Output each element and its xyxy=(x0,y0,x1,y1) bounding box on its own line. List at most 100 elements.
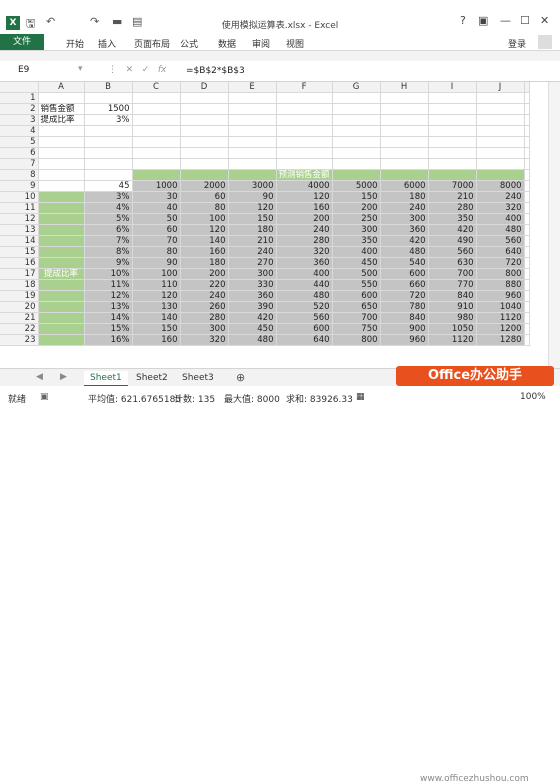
cell-value[interactable]: 1500 xyxy=(84,103,133,115)
cell[interactable] xyxy=(84,169,133,181)
cell[interactable] xyxy=(524,279,530,291)
result-cell[interactable]: 120 xyxy=(180,224,229,236)
maximize-button[interactable]: ☐ xyxy=(520,14,530,27)
cell[interactable] xyxy=(38,312,85,324)
result-cell[interactable]: 480 xyxy=(476,224,525,236)
result-cell[interactable]: 840 xyxy=(380,312,429,324)
cell[interactable] xyxy=(524,246,530,258)
result-cell[interactable]: 360 xyxy=(380,224,429,236)
rate-cell[interactable]: 3% xyxy=(84,191,133,203)
result-cell[interactable]: 1280 xyxy=(476,334,525,346)
result-cell[interactable]: 120 xyxy=(132,290,181,302)
row-header[interactable]: 18 xyxy=(0,279,39,291)
result-cell[interactable]: 250 xyxy=(332,213,381,225)
cell[interactable] xyxy=(228,125,277,137)
result-cell[interactable]: 320 xyxy=(476,202,525,214)
cell[interactable] xyxy=(332,125,381,137)
rate-cell[interactable]: 12% xyxy=(84,290,133,302)
result-cell[interactable]: 240 xyxy=(476,191,525,203)
cell[interactable] xyxy=(38,191,85,203)
formula-bar-icons[interactable]: ⋮ ✕ ✓ fx xyxy=(108,65,166,75)
row-header[interactable]: 21 xyxy=(0,312,39,324)
cell[interactable] xyxy=(476,114,525,126)
cell[interactable] xyxy=(276,114,333,126)
cell[interactable] xyxy=(38,279,85,291)
cell-table[interactable]: A B C D E F G H I J 1 2 销售金额 1500 3 提成比率 3% 4 5 6 7 8 预测销售金额 9 4… xyxy=(0,82,530,346)
cell[interactable] xyxy=(180,114,229,126)
result-cell[interactable]: 1040 xyxy=(476,301,525,313)
cell-label[interactable]: 提成比率 xyxy=(38,114,85,126)
header-value-cell[interactable]: 3000 xyxy=(228,180,277,192)
result-cell[interactable]: 700 xyxy=(332,312,381,324)
rate-cell[interactable]: 4% xyxy=(84,202,133,214)
sign-in-link[interactable]: 登录 xyxy=(508,37,526,50)
cell[interactable] xyxy=(84,125,133,137)
cell[interactable] xyxy=(332,169,381,181)
header-value-cell[interactable]: 4000 xyxy=(276,180,333,192)
cell[interactable] xyxy=(380,92,429,104)
cell[interactable] xyxy=(228,92,277,104)
cell[interactable] xyxy=(38,246,85,258)
result-cell[interactable]: 390 xyxy=(228,301,277,313)
cell[interactable] xyxy=(428,92,477,104)
cell[interactable] xyxy=(332,92,381,104)
result-cell[interactable]: 120 xyxy=(228,202,277,214)
column-header-h[interactable]: H xyxy=(380,82,429,93)
cell[interactable] xyxy=(380,136,429,148)
result-cell[interactable]: 900 xyxy=(380,323,429,335)
cell[interactable] xyxy=(228,158,277,170)
tab-sheet3[interactable]: Sheet3 xyxy=(176,371,220,385)
result-cell[interactable]: 720 xyxy=(476,257,525,269)
result-cell[interactable]: 480 xyxy=(276,290,333,302)
row-header[interactable]: 4 xyxy=(0,125,39,137)
result-cell[interactable]: 490 xyxy=(428,235,477,247)
rate-cell[interactable]: 8% xyxy=(84,246,133,258)
worksheet-grid[interactable]: A B C D E F G H I J 1 2 销售金额 1500 3 提成比率 3% 4 5 6 7 8 预测销售金额 9 4… xyxy=(0,82,548,368)
result-cell[interactable]: 210 xyxy=(228,235,277,247)
result-cell[interactable]: 420 xyxy=(228,312,277,324)
header-value-cell[interactable]: 6000 xyxy=(380,180,429,192)
result-cell[interactable]: 640 xyxy=(476,246,525,258)
result-cell[interactable]: 40 xyxy=(132,202,181,214)
cell-label[interactable]: 销售金额 xyxy=(38,103,85,115)
cell[interactable] xyxy=(476,136,525,148)
cell[interactable] xyxy=(524,180,530,192)
result-cell[interactable]: 960 xyxy=(476,290,525,302)
result-cell[interactable]: 80 xyxy=(180,202,229,214)
row-header[interactable]: 5 xyxy=(0,136,39,148)
column-header-j[interactable]: J xyxy=(476,82,525,93)
result-cell[interactable]: 150 xyxy=(332,191,381,203)
row-header[interactable]: 8 xyxy=(0,169,39,181)
group-title[interactable]: 预测销售金额 xyxy=(276,169,333,181)
cell[interactable] xyxy=(524,158,530,170)
result-cell[interactable]: 630 xyxy=(428,257,477,269)
cell[interactable] xyxy=(524,334,530,346)
cell[interactable] xyxy=(180,125,229,137)
result-cell[interactable]: 770 xyxy=(428,279,477,291)
cell[interactable] xyxy=(132,136,181,148)
result-cell[interactable]: 880 xyxy=(476,279,525,291)
row-header[interactable]: 7 xyxy=(0,158,39,170)
result-cell[interactable]: 560 xyxy=(476,235,525,247)
result-cell[interactable]: 800 xyxy=(476,268,525,280)
result-cell[interactable]: 50 xyxy=(132,213,181,225)
cell[interactable] xyxy=(524,202,530,214)
cell[interactable] xyxy=(524,114,530,126)
cell[interactable] xyxy=(228,147,277,159)
formula-cell[interactable]: 45 xyxy=(84,180,133,192)
result-cell[interactable]: 650 xyxy=(332,301,381,313)
result-cell[interactable]: 300 xyxy=(380,213,429,225)
cell[interactable] xyxy=(476,147,525,159)
tab-review[interactable]: 审阅 xyxy=(252,37,270,50)
cell[interactable] xyxy=(428,169,477,181)
cell[interactable] xyxy=(380,147,429,159)
result-cell[interactable]: 90 xyxy=(228,191,277,203)
result-cell[interactable]: 200 xyxy=(332,202,381,214)
result-cell[interactable]: 400 xyxy=(332,246,381,258)
tab-view[interactable]: 视图 xyxy=(286,37,304,50)
result-cell[interactable]: 560 xyxy=(428,246,477,258)
cell[interactable] xyxy=(132,169,181,181)
cell[interactable] xyxy=(228,169,277,181)
result-cell[interactable]: 280 xyxy=(180,312,229,324)
result-cell[interactable]: 160 xyxy=(132,334,181,346)
